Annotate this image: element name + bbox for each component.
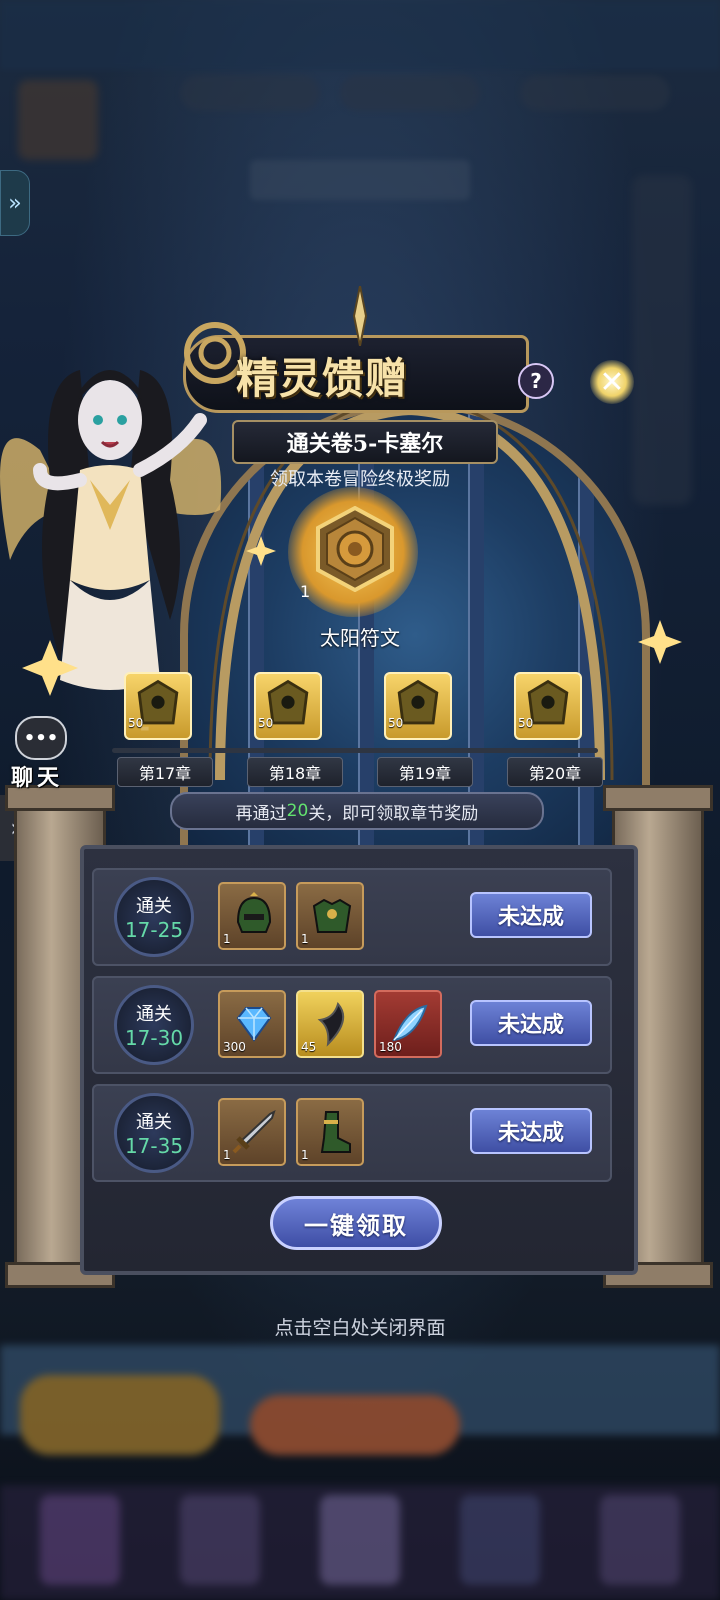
grand-reward-quantity: 1: [300, 582, 311, 601]
chapter-rewards: 50 50 50 50: [112, 668, 612, 758]
status-button[interactable]: 未达成: [470, 1108, 592, 1154]
question-icon: ?: [530, 369, 542, 393]
close-button[interactable]: ✕: [590, 360, 634, 404]
reward-row: 通关 17-30 300 45 180 未达成: [92, 976, 612, 1074]
stage-badge: 通关 17-30: [114, 985, 194, 1065]
speech-bubble-icon: •••: [15, 716, 67, 760]
progress-tip: 再通过 20 关，即可领取章节奖励: [170, 792, 544, 830]
reward-item[interactable]: 180: [374, 990, 442, 1058]
chapter-reward-count: 50: [258, 716, 274, 730]
boots-icon: [320, 1111, 351, 1153]
tip-highlight-count: 20: [286, 801, 309, 821]
reward-item[interactable]: 300: [218, 990, 286, 1058]
close-icon: ✕: [599, 364, 625, 400]
stage-title: 通关: [136, 1004, 172, 1025]
stage-number: 17-25: [124, 918, 184, 942]
title-star-ornament: [352, 286, 368, 346]
side-expand-tab[interactable]: »: [0, 170, 30, 236]
stage-badge: 通关 17-25: [114, 877, 194, 957]
close-hint: 点击空白处关闭界面: [274, 1317, 446, 1339]
item-quantity: 1: [223, 932, 231, 946]
stage-number: 17-35: [124, 1134, 184, 1158]
item-quantity: 45: [301, 1040, 317, 1054]
item-quantity: 1: [301, 1148, 309, 1162]
background-game-scene: [0, 1345, 720, 1600]
chapter-reward-count: 50: [128, 716, 144, 730]
reward-item[interactable]: 1: [296, 1098, 364, 1166]
chapter-reward-count: 50: [518, 716, 534, 730]
page-title: 精灵馈赠: [236, 354, 409, 403]
reward-item[interactable]: 1: [218, 1098, 286, 1166]
tip-suffix: 关，即可领取章节奖励: [308, 803, 479, 824]
reward-item[interactable]: 1: [296, 882, 364, 950]
star-icon: [246, 536, 276, 566]
double-chevron-right-icon: »: [8, 190, 22, 216]
subtitle: 通关卷5-卡塞尔: [232, 420, 498, 464]
chapter-label-18: 第18章: [247, 757, 343, 787]
armor-icon: [312, 898, 352, 933]
grand-reward-name: 太阳符文: [320, 626, 400, 650]
tip-prefix: 再通过: [235, 803, 287, 824]
sword-icon: [232, 1110, 276, 1154]
stage-badge: 通关 17-35: [114, 1093, 194, 1173]
right-pillar-cap: [603, 785, 713, 811]
item-quantity: 1: [301, 932, 309, 946]
stage-title: 通关: [136, 1112, 172, 1133]
chapter-label-19: 第19章: [377, 757, 473, 787]
chat-button[interactable]: ••• 聊天: [5, 716, 67, 791]
help-button[interactable]: ?: [518, 363, 554, 399]
status-button[interactable]: 未达成: [470, 892, 592, 938]
chapter-label-17: 第17章: [117, 757, 213, 787]
reward-item[interactable]: 45: [296, 990, 364, 1058]
reward-item[interactable]: 1: [218, 882, 286, 950]
stage-title: 通关: [136, 896, 172, 917]
chat-label: 聊天: [11, 766, 64, 791]
top-sky: [0, 0, 720, 70]
item-quantity: 1: [223, 1148, 231, 1162]
stage-number: 17-30: [124, 1026, 184, 1050]
chapter-label-20: 第20章: [507, 757, 603, 787]
sun-rune-icon[interactable]: [312, 506, 398, 592]
claim-all-button[interactable]: 一键领取: [270, 1196, 442, 1250]
resource-bar-blurred: [10, 75, 710, 135]
item-quantity: 300: [223, 1040, 246, 1054]
item-quantity: 180: [379, 1040, 402, 1054]
status-button[interactable]: 未达成: [470, 1000, 592, 1046]
reward-row: 通关 17-35 1 1 未达成: [92, 1084, 612, 1182]
chapter-reward-count: 50: [388, 716, 404, 730]
helmet-icon: [236, 892, 272, 933]
reward-row: 通关 17-25 1 1 未达成: [92, 868, 612, 966]
stage-banner-blurred: [250, 160, 470, 200]
